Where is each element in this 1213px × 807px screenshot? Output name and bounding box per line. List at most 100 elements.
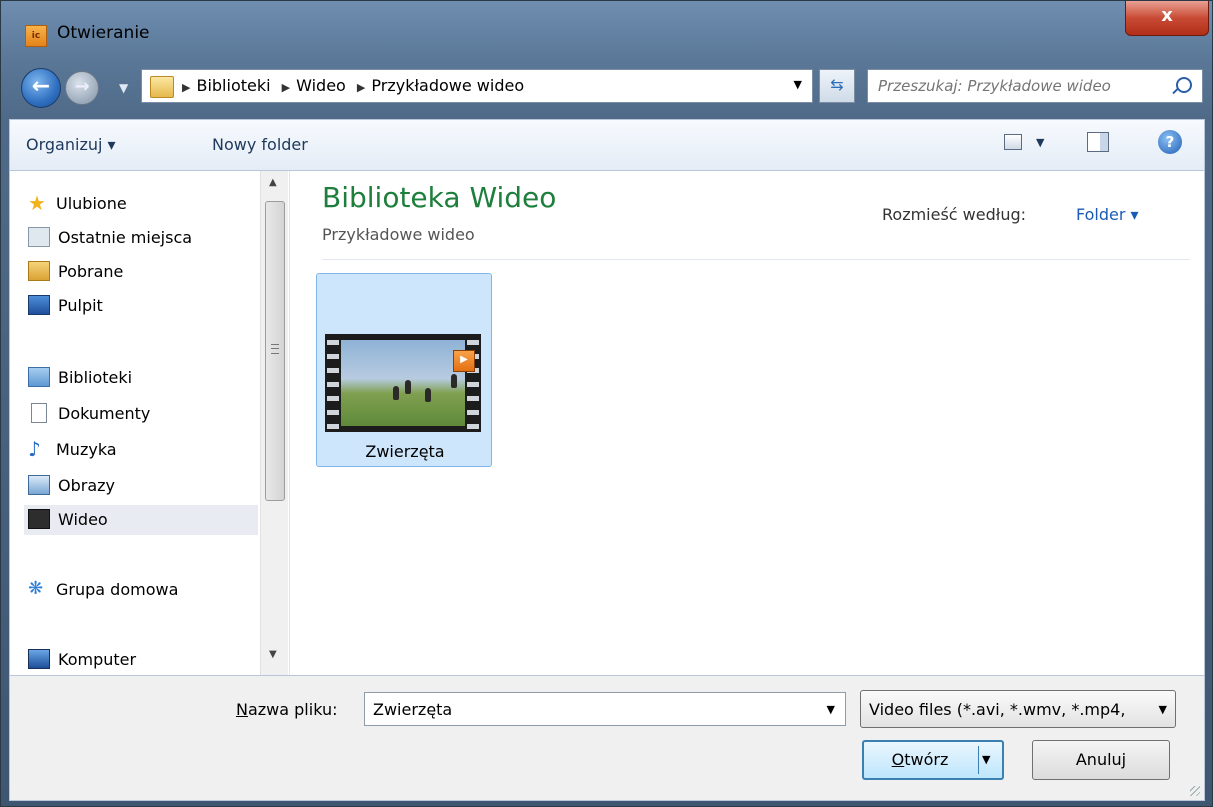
chevron-down-icon[interactable]: ▼ (827, 703, 835, 716)
scroll-up-icon[interactable]: ▲ (269, 177, 277, 188)
scrollbar-thumb[interactable] (265, 201, 285, 501)
sidebar-item-label: Ulubione (56, 194, 127, 213)
breadcrumb-separator-icon[interactable]: ▶ (182, 81, 190, 94)
sidebar-item-label: Komputer (58, 650, 137, 669)
libraries-icon (28, 366, 50, 387)
file-type-select[interactable]: Video files (*.avi, *.wmv, *.mp4, ▼ (860, 690, 1176, 728)
file-name: Zwierzęta (365, 442, 445, 461)
filename-label-text: azwa pliku: (247, 700, 338, 719)
star-icon: ★ (28, 190, 46, 215)
open-file-dialog: ic Otwieranie x ← → ▼ ▶ Biblioteki ▶ Wideo… (0, 0, 1213, 807)
bird-shape (393, 386, 399, 400)
open-label-text: twórz (904, 750, 949, 769)
organize-menu[interactable]: Organizuj ▾ (26, 135, 116, 154)
breadcrumb-video[interactable]: Wideo (296, 76, 346, 95)
bird-shape (405, 380, 411, 394)
thumbnail-image (341, 340, 465, 426)
breadcrumb-sample-videos[interactable]: Przykładowe wideo (371, 76, 524, 95)
search-input[interactable] (876, 76, 1160, 96)
grip-icon (271, 344, 279, 354)
dialog-footer: Nazwa pliku: Zwierzęta ▼ Video files (*.… (9, 675, 1205, 801)
breadcrumb-separator-icon[interactable]: ▶ (282, 81, 290, 94)
media-player-icon: ▶ (453, 350, 475, 372)
sidebar-item-libraries[interactable]: Biblioteki (28, 363, 258, 393)
sidebar-item-label: Wideo (58, 510, 108, 529)
navigation-bar: ← → ▼ ▶ Biblioteki ▶ Wideo ▶ Przykładowe wi… (1, 63, 1212, 111)
chevron-down-icon[interactable]: ▼ (1159, 703, 1167, 716)
help-icon[interactable]: ? (1158, 130, 1182, 154)
file-type-value: Video files (*.avi, *.wmv, *.mp4, (869, 700, 1126, 719)
filmstrip-icon (467, 334, 479, 432)
split-divider (978, 746, 979, 774)
cancel-button[interactable]: Anuluj (1032, 740, 1170, 780)
back-arrow-icon: ← (31, 74, 51, 99)
desktop-icon (28, 294, 50, 315)
sidebar-item-desktop[interactable]: Pulpit (28, 291, 258, 321)
recent-places-icon (28, 226, 50, 247)
refresh-button[interactable]: ⇆ (819, 69, 855, 103)
bird-shape (451, 374, 457, 388)
address-bar[interactable]: ▶ Biblioteki ▶ Wideo ▶ Przykładowe wideo ▼ (141, 69, 813, 103)
filename-label: Nazwa pliku: (236, 700, 338, 719)
breadcrumb: ▶ Biblioteki ▶ Wideo ▶ Przykładowe wideo (182, 76, 530, 95)
sidebar-item-documents[interactable]: Dokumenty (28, 399, 258, 429)
documents-icon (31, 402, 47, 423)
downloads-folder-icon (28, 260, 50, 281)
scroll-down-icon[interactable]: ▼ (269, 649, 277, 660)
sidebar-item-label: Dokumenty (58, 404, 151, 423)
open-accesskey: O (891, 750, 905, 769)
back-button[interactable]: ← (21, 68, 61, 108)
main-content: ★ Ulubione Ostatnie miejsca Pobrane Pulpi… (9, 171, 1205, 675)
breadcrumb-libraries[interactable]: Biblioteki (196, 76, 270, 95)
sidebar-item-pictures[interactable]: Obrazy (28, 471, 258, 501)
video-icon (28, 508, 50, 529)
library-subtitle: Przykładowe wideo (322, 225, 475, 244)
forward-button[interactable]: → (65, 71, 99, 105)
recent-pages-dropdown[interactable]: ▼ (119, 81, 128, 95)
arrange-by-dropdown[interactable]: Folder ▾ (1076, 205, 1139, 224)
filename-field[interactable]: Zwierzęta ▼ (364, 692, 846, 726)
music-note-icon: ♪ (28, 436, 41, 461)
pictures-icon (28, 474, 50, 495)
breadcrumb-separator-icon[interactable]: ▶ (357, 81, 365, 94)
address-dropdown-icon[interactable]: ▼ (794, 78, 802, 91)
search-icon[interactable] (1176, 77, 1192, 93)
file-item[interactable]: ▶ Zwierzęta (316, 273, 492, 467)
sidebar-item-favorites[interactable]: ★ Ulubione (28, 189, 258, 219)
sidebar-item-downloads[interactable]: Pobrane (28, 257, 258, 287)
divider (322, 259, 1190, 260)
filename-value[interactable]: Zwierzęta (373, 700, 452, 719)
sidebar-item-computer[interactable]: Komputer (28, 645, 258, 675)
sidebar-item-label: Biblioteki (58, 368, 133, 387)
navigation-pane: ★ Ulubione Ostatnie miejsca Pobrane Pulpi… (10, 171, 290, 675)
sidebar-item-video[interactable]: Wideo (24, 505, 258, 535)
new-folder-button[interactable]: Nowy folder (212, 135, 308, 154)
command-bar: Organizuj ▾ Nowy folder ▼ ? (9, 119, 1205, 171)
preview-pane-icon[interactable] (1087, 132, 1109, 152)
sidebar-item-label: Ostatnie miejsca (58, 228, 193, 247)
forward-arrow-icon: → (74, 76, 90, 97)
app-icon: ic (25, 25, 47, 47)
filename-label-accesskey: N (236, 700, 248, 719)
sidebar-item-music[interactable]: ♪ Muzyka (28, 435, 258, 465)
search-box[interactable] (867, 69, 1203, 103)
resize-grip-icon[interactable] (1190, 786, 1200, 796)
refresh-icon: ⇆ (830, 75, 844, 94)
title-bar[interactable]: ic Otwieranie x (1, 1, 1212, 57)
sidebar-item-recent-places[interactable]: Ostatnie miejsca (28, 223, 258, 253)
sidebar-item-homegroup[interactable]: ❋ Grupa domowa (28, 575, 258, 605)
open-options-dropdown[interactable]: ▼ (982, 741, 990, 779)
computer-icon (28, 648, 50, 669)
sidebar-item-label: Grupa domowa (56, 580, 179, 599)
sidebar-item-label: Pobrane (58, 262, 124, 281)
open-button-label: Otwórz (864, 742, 976, 778)
library-title: Biblioteka Wideo (322, 181, 557, 214)
open-button[interactable]: Otwórz ▼ (862, 740, 1004, 780)
change-view-icon[interactable] (1004, 134, 1022, 150)
view-options-dropdown[interactable]: ▼ (1036, 136, 1044, 149)
sidebar-scrollbar[interactable]: ▲ ▼ (260, 171, 288, 675)
filmstrip-icon (327, 334, 339, 432)
close-button[interactable]: x (1125, 1, 1209, 36)
sidebar-item-label: Muzyka (56, 440, 117, 459)
video-thumbnail (325, 334, 481, 432)
